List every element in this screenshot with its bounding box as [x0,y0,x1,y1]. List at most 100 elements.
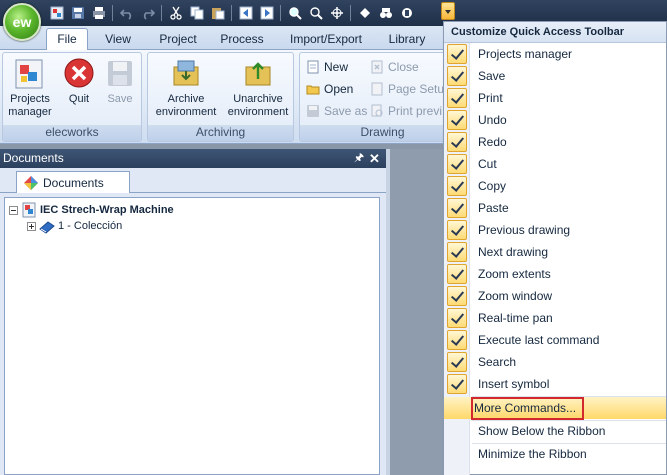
quit-button[interactable]: Quit [59,57,99,106]
page-setup-button[interactable]: Page Setup [370,79,451,98]
customize-qat-dropdown-button[interactable] [441,2,455,20]
archive-environment-button[interactable]: Archive environment [152,57,220,119]
previous-drawing-icon[interactable] [235,3,256,23]
undo-icon[interactable] [116,3,137,23]
menu-item-previous-drawing[interactable]: Previous drawing [444,219,666,241]
open-label: Open [324,81,354,96]
application-orb-button[interactable]: ew [3,3,41,41]
copy-icon[interactable] [186,3,207,23]
menu-item-search[interactable]: Search [444,351,666,373]
open-folder-icon [306,85,320,94]
tab-documents[interactable]: Documents [16,171,130,193]
print-preview-button[interactable]: Print previ [370,101,442,120]
check-icon [447,44,467,64]
real-time-pan-icon[interactable] [326,3,347,23]
check-icon [447,88,467,108]
tab-library[interactable]: Library [382,29,432,50]
new-button[interactable]: New [306,57,348,76]
menu-item-zoom-extents[interactable]: Zoom extents [444,263,666,285]
customize-qat-menu: Customize Quick Access Toolbar Projects … [443,21,667,475]
project-icon [22,202,36,218]
menu-item-projects-manager[interactable]: Projects manager [444,43,666,65]
menu-item-next-drawing[interactable]: Next drawing [444,241,666,263]
tree-row-collection[interactable]: 1 - Colección [27,218,122,234]
menu-item-execute-last-command[interactable]: Execute last command [444,329,666,351]
tree-row-project[interactable]: IEC Strech-Wrap Machine [9,202,174,218]
group-archiving: Archive environment Unarchive environmen… [147,52,294,142]
close-icon[interactable]: ✕ [369,149,381,168]
cut-icon[interactable] [165,3,186,23]
check-icon [447,198,467,218]
project-name: IEC Strech-Wrap Machine [40,204,174,216]
projects-manager-icon[interactable] [46,3,67,23]
documents-tree: IEC Strech-Wrap Machine 1 - Colección [4,197,380,475]
toolbar-separator [161,5,162,21]
menu-item-paste[interactable]: Paste [444,197,666,219]
menu-item-save[interactable]: Save [444,65,666,87]
new-label: New [324,59,349,74]
menu-item-show-below-ribbon[interactable]: Show Below the Ribbon [444,420,666,442]
collapse-toggle[interactable] [9,205,18,215]
quit-icon [64,58,94,88]
quit-label: Quit [68,93,90,105]
expand-toggle[interactable] [27,221,36,231]
close-button[interactable]: Close [370,57,419,76]
save-as-button[interactable]: Save as [306,101,367,120]
print-icon[interactable] [88,3,109,23]
highlight-box [471,397,584,420]
tab-project[interactable]: Project [150,29,206,50]
paste-icon[interactable] [207,3,228,23]
tab-import-export[interactable]: Import/Export [284,29,368,50]
page-setup-icon [371,82,383,95]
insert-symbol-icon[interactable] [396,3,417,23]
documents-tab-strip: Documents [0,168,386,193]
drawing-workspace[interactable] [390,149,445,475]
projects-manager-button[interactable]: Projects manager [7,57,53,119]
menu-item-zoom-window[interactable]: Zoom window [444,285,666,307]
unarchive-environment-label: Unarchive environment [227,93,289,118]
menu-item-copy[interactable]: Copy [444,175,666,197]
page-setup-label: Page Setup [388,81,451,96]
menu-item-print[interactable]: Print [444,87,666,109]
save-disk-icon [108,61,132,86]
search-icon[interactable] [375,3,396,23]
menu-item-cut[interactable]: Cut [444,153,666,175]
menu-item-real-time-pan[interactable]: Real-time pan [444,307,666,329]
tab-view[interactable]: View [96,29,140,50]
projects-manager-label: Projects manager [8,93,52,118]
menu-item-minimize-ribbon[interactable]: Minimize the Ribbon [444,443,666,465]
documents-panel-title: Documents [3,151,64,165]
unarchive-icon [245,62,271,86]
toolbar-separator [231,5,232,21]
new-document-icon [307,60,319,73]
check-icon [447,374,467,394]
toolbar-separator [112,5,113,21]
check-icon [447,154,467,174]
print-preview-icon [371,104,383,116]
toolbar-separator [280,5,281,21]
tab-file[interactable]: File [46,28,88,51]
check-icon [447,242,467,262]
menu-item-undo[interactable]: Undo [444,109,666,131]
save-button[interactable]: Save [101,57,139,106]
next-drawing-icon[interactable] [256,3,277,23]
collection-name: 1 - Colección [58,220,123,232]
group-drawing: New Close Open Page Setup Save as Print … [299,52,451,142]
zoom-extents-icon[interactable] [284,3,305,23]
save-label: Save [107,93,133,105]
redo-icon[interactable] [137,3,158,23]
zoom-window-icon[interactable] [305,3,326,23]
menu-item-redo[interactable]: Redo [444,131,666,153]
save-as-icon [307,104,319,117]
group-label-archiving: Archiving [148,125,293,141]
ribbon-panel: Projects manager Quit Save elecworks Arc… [0,50,451,144]
tab-process[interactable]: Process [214,29,270,50]
quick-access-toolbar [46,3,417,23]
check-icon [447,352,467,372]
open-button[interactable]: Open [306,79,353,98]
save-icon[interactable] [67,3,88,23]
execute-last-command-icon[interactable] [354,3,375,23]
unarchive-environment-button[interactable]: Unarchive environment [224,57,292,119]
menu-item-insert-symbol[interactable]: Insert symbol [444,373,666,395]
pin-icon[interactable]: 🖈 [354,149,366,168]
